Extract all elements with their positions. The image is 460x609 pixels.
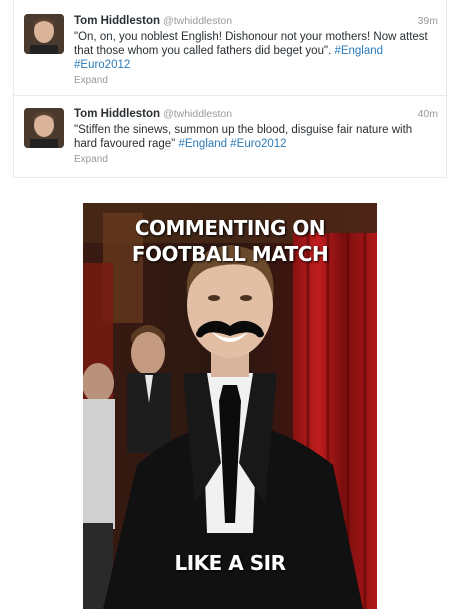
meme-top-line: COMMENTING ON xyxy=(134,216,326,240)
avatar[interactable] xyxy=(24,108,64,148)
tweet-text: "Stiffen the sinews, summon up the blood… xyxy=(74,123,438,151)
tweet-author-name[interactable]: Tom Hiddleston xyxy=(74,108,160,120)
tweet-timestamp[interactable]: 40m xyxy=(418,107,438,121)
tweet-content: Tom Hiddleston @twhiddleston 40m "Stiffen… xyxy=(74,107,438,167)
hashtag-link[interactable]: #England xyxy=(178,138,227,150)
tweet-item[interactable]: Tom Hiddleston @twhiddleston 40m "Stiffen… xyxy=(14,96,446,176)
expand-link[interactable]: Expand xyxy=(74,74,438,88)
tweet-text: "On, on, you noblest English! Dishonour … xyxy=(74,30,438,72)
tweet-item[interactable]: Tom Hiddleston @twhiddleston 39m "On, on,… xyxy=(14,0,446,96)
meme-top-caption: COMMENTING ON FOOTBALL MATCH xyxy=(83,215,377,267)
tweet-username[interactable]: @twhiddleston xyxy=(163,15,232,27)
meme-image: COMMENTING ON FOOTBALL MATCH LIKE A SIR xyxy=(83,203,377,609)
hashtag-link[interactable]: #Euro2012 xyxy=(74,59,130,71)
tweet-stream: Tom Hiddleston @twhiddleston 39m "On, on,… xyxy=(13,0,447,178)
meme-bottom-caption: LIKE A SIR xyxy=(174,551,287,575)
hashtag-link[interactable]: #Euro2012 xyxy=(230,138,286,150)
tweet-author-name[interactable]: Tom Hiddleston xyxy=(74,15,160,27)
tweet-username[interactable]: @twhiddleston xyxy=(163,108,232,120)
tweet-header: Tom Hiddleston @twhiddleston 40m xyxy=(74,107,438,122)
tweet-timestamp[interactable]: 39m xyxy=(418,14,438,28)
hashtag-link[interactable]: #England xyxy=(334,45,383,57)
tweet-content: Tom Hiddleston @twhiddleston 39m "On, on,… xyxy=(74,14,438,88)
tweet-header: Tom Hiddleston @twhiddleston 39m xyxy=(74,14,438,29)
avatar[interactable] xyxy=(24,14,64,54)
expand-link[interactable]: Expand xyxy=(74,153,438,167)
meme-top-line: FOOTBALL MATCH xyxy=(131,242,329,266)
